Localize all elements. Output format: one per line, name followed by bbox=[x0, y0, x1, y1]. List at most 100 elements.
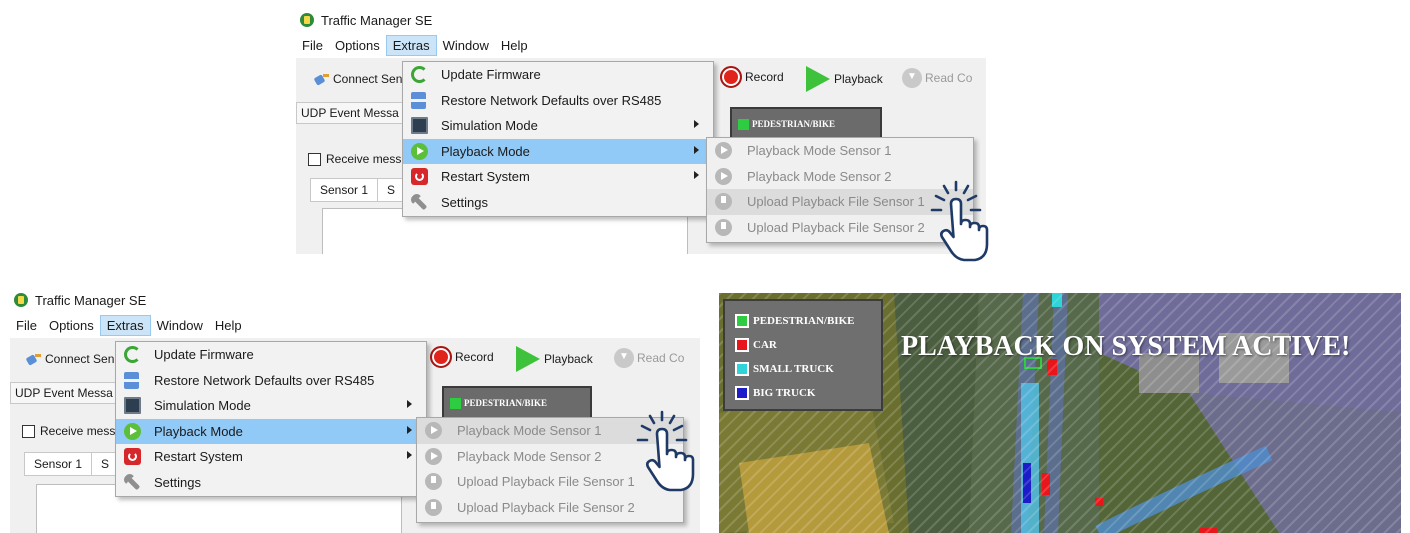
record-label: Record bbox=[455, 350, 494, 364]
mini-legend: PEDESTRIAN/BIKE bbox=[442, 386, 592, 420]
submenu-arrow-icon bbox=[694, 171, 699, 179]
receive-label: Receive mess bbox=[40, 424, 116, 438]
submenu-item-label: Upload Playback File Sensor 2 bbox=[747, 219, 925, 235]
receive-messages-checkbox[interactable]: Receive mess bbox=[308, 152, 401, 166]
mini-legend-label: PEDESTRIAN/BIKE bbox=[752, 119, 836, 129]
plug-icon bbox=[26, 352, 42, 366]
submenu-item-label: Playback Mode Sensor 2 bbox=[457, 448, 602, 464]
menu-item-settings[interactable]: Settings bbox=[403, 190, 713, 216]
udp-event-tab[interactable]: UDP Event Messa bbox=[10, 382, 120, 404]
tab-sensor-1[interactable]: Sensor 1 bbox=[24, 452, 93, 476]
playback-button[interactable]: Playback bbox=[806, 66, 883, 92]
grey-play-icon bbox=[425, 422, 442, 439]
map-legend: PEDESTRIAN/BIKE CAR SMALL TRUCK BIG TRUC… bbox=[723, 299, 883, 411]
menu-file[interactable]: File bbox=[10, 316, 43, 335]
menu-item-settings[interactable]: Settings bbox=[116, 470, 426, 496]
grey-play-icon bbox=[715, 167, 732, 185]
tab-sensor-2[interactable]: S bbox=[377, 178, 406, 202]
sensor-tabs: Sensor 1 S bbox=[24, 452, 120, 476]
read-config-button[interactable]: Read Co bbox=[902, 68, 972, 88]
update-firmware-icon bbox=[124, 346, 141, 363]
menu-item-restore-network[interactable]: Restore Network Defaults over RS485 bbox=[403, 88, 713, 114]
traffic-light-icon bbox=[14, 293, 28, 307]
menu-help[interactable]: Help bbox=[495, 36, 534, 55]
play-icon bbox=[806, 66, 830, 92]
menu-item-simulation-mode[interactable]: Simulation Mode bbox=[403, 113, 713, 139]
menu-extras[interactable]: Extras bbox=[99, 314, 151, 336]
playback-mode-icon bbox=[124, 422, 141, 440]
playback-label: Playback bbox=[834, 72, 883, 86]
power-icon bbox=[124, 448, 141, 465]
legend-label: CAR bbox=[753, 339, 777, 351]
connect-sensor-button[interactable]: Connect Sen bbox=[26, 352, 114, 366]
menu-item-update-firmware[interactable]: Update Firmware bbox=[403, 62, 713, 88]
menu-item-restart-system[interactable]: Restart System bbox=[403, 164, 713, 190]
submenu-upload-sensor-2[interactable]: Upload Playback File Sensor 2 bbox=[417, 495, 683, 521]
menu-item-update-firmware[interactable]: Update Firmware bbox=[116, 342, 426, 368]
update-firmware-icon bbox=[411, 66, 428, 83]
menu-item-playback-mode[interactable]: Playback Mode bbox=[403, 138, 713, 164]
menu-item-label: Settings bbox=[441, 194, 488, 210]
menu-item-simulation-mode[interactable]: Simulation Mode bbox=[116, 393, 426, 419]
menu-extras[interactable]: Extras bbox=[385, 34, 437, 56]
menu-window[interactable]: Window bbox=[437, 36, 495, 55]
pedestrian-swatch bbox=[738, 118, 749, 130]
menu-help[interactable]: Help bbox=[209, 316, 248, 335]
tab-sensor-1[interactable]: Sensor 1 bbox=[310, 178, 379, 202]
checkbox-box[interactable] bbox=[22, 424, 35, 438]
play-icon bbox=[516, 346, 540, 372]
menu-options[interactable]: Options bbox=[329, 36, 386, 55]
receive-messages-checkbox[interactable]: Receive mess bbox=[22, 424, 115, 438]
menu-item-playback-mode[interactable]: Playback Mode bbox=[116, 418, 426, 444]
wrench-icon bbox=[120, 470, 144, 494]
record-button[interactable]: Record bbox=[430, 346, 494, 368]
playback-active-banner: PLAYBACK ON SYSTEM ACTIVE! bbox=[901, 331, 1351, 362]
menu-item-label: Restart System bbox=[154, 449, 243, 465]
menu-item-label: Update Firmware bbox=[154, 347, 254, 363]
legend-row-small-truck: SMALL TRUCK bbox=[735, 357, 871, 381]
app-title: Traffic Manager SE bbox=[321, 12, 433, 28]
download-icon bbox=[902, 68, 922, 88]
menu-item-label: Simulation Mode bbox=[441, 118, 538, 134]
legend-label: PEDESTRIAN/BIKE bbox=[753, 315, 855, 327]
connect-sensor-button[interactable]: Connect Sen bbox=[314, 72, 402, 86]
menu-bar: File Options Extras Window Help bbox=[296, 34, 534, 56]
connect-label: Connect Sen bbox=[333, 72, 403, 86]
mini-legend-label: PEDESTRIAN/BIKE bbox=[464, 398, 548, 408]
hand-pointer-icon bbox=[636, 410, 695, 492]
grey-play-icon bbox=[425, 447, 442, 465]
legend-label: SMALL TRUCK bbox=[753, 363, 834, 375]
menu-item-label: Playback Mode bbox=[154, 423, 243, 439]
legend-swatch bbox=[735, 386, 749, 400]
grey-upload-icon bbox=[715, 218, 732, 236]
read-config-button[interactable]: Read Co bbox=[614, 348, 684, 368]
submenu-arrow-icon bbox=[694, 120, 699, 128]
menu-window[interactable]: Window bbox=[151, 316, 209, 335]
network-icon bbox=[124, 371, 139, 389]
submenu-playback-sensor-1[interactable]: Playback Mode Sensor 1 bbox=[707, 138, 973, 164]
mini-legend: PEDESTRIAN/BIKE bbox=[730, 107, 882, 141]
menu-item-restart-system[interactable]: Restart System bbox=[116, 444, 426, 470]
menu-options[interactable]: Options bbox=[43, 316, 100, 335]
submenu-arrow-icon bbox=[407, 400, 412, 408]
read-label: Read Co bbox=[925, 71, 973, 85]
submenu-item-label: Playback Mode Sensor 2 bbox=[747, 168, 892, 184]
record-button[interactable]: Record bbox=[720, 66, 784, 88]
checkbox-box[interactable] bbox=[308, 152, 321, 166]
playback-button[interactable]: Playback bbox=[516, 346, 593, 372]
wrench-icon bbox=[407, 190, 431, 214]
legend-swatch bbox=[735, 362, 749, 376]
menu-file[interactable]: File bbox=[296, 36, 329, 55]
menu-item-restore-network[interactable]: Restore Network Defaults over RS485 bbox=[116, 368, 426, 394]
traffic-light-icon bbox=[300, 13, 314, 27]
grey-upload-icon bbox=[425, 498, 442, 516]
udp-event-tab[interactable]: UDP Event Messa bbox=[296, 102, 406, 124]
legend-row-car: CAR bbox=[735, 333, 871, 357]
simulation-icon bbox=[124, 397, 141, 414]
receive-label: Receive mess bbox=[326, 152, 402, 166]
udp-event-tab-label: UDP Event Messa bbox=[301, 106, 399, 120]
record-icon bbox=[720, 66, 742, 88]
record-label: Record bbox=[745, 70, 784, 84]
submenu-item-label: Upload Playback File Sensor 1 bbox=[747, 194, 925, 210]
grey-upload-icon bbox=[715, 193, 732, 210]
